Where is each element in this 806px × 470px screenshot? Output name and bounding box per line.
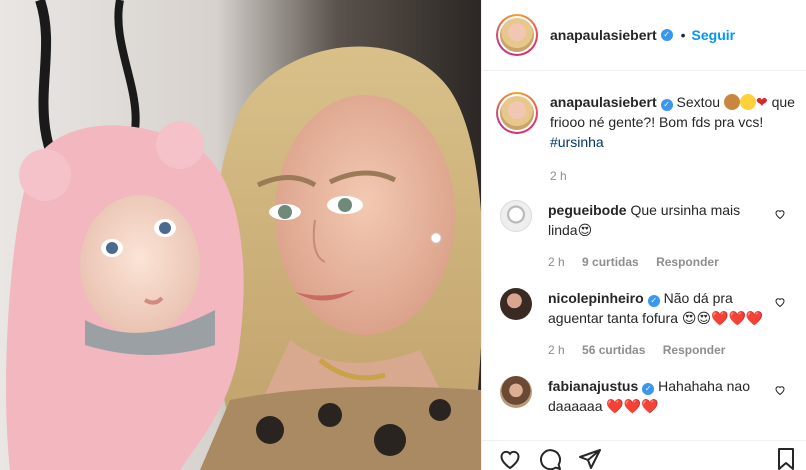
- post-side-panel: anapaulasiebert ✓ • Seguir anapaulasiebe…: [481, 0, 806, 470]
- commenter-avatar[interactable]: [500, 376, 532, 408]
- post-caption: anapaulasiebert ✓ Sextou ❤ que friooo né …: [496, 92, 796, 186]
- paper-plane-icon[interactable]: [578, 447, 602, 470]
- verified-badge-icon: ✓: [642, 383, 655, 395]
- commenter-avatar[interactable]: [500, 288, 532, 320]
- like-comment-heart-icon[interactable]: [774, 384, 786, 396]
- comment-likes[interactable]: 9 curtidas: [582, 255, 639, 269]
- comment-timestamp[interactable]: 2 h: [548, 343, 565, 357]
- comment-username[interactable]: nicolepinheiro: [548, 290, 644, 306]
- comment-item: fabianajustus ✓ Hahahaha nao daaaaaa ❤️❤️…: [496, 376, 796, 416]
- sun-emoji-icon: [739, 94, 756, 110]
- comment-username[interactable]: pegueibode: [548, 202, 627, 218]
- verified-badge-icon: ✓: [660, 99, 673, 111]
- comment-meta: 2 h 56 curtidas Responder: [548, 340, 768, 360]
- bear-emoji-icon: [723, 94, 740, 110]
- commenter-avatar[interactable]: [500, 200, 532, 232]
- like-comment-heart-icon[interactable]: [774, 208, 786, 220]
- caption-avatar[interactable]: [496, 92, 538, 134]
- comment-timestamp[interactable]: 2 h: [548, 255, 565, 269]
- comment-item: pegueibode Que ursinha mais linda😍 2 h 9…: [496, 200, 796, 272]
- verified-badge-icon: ✓: [660, 29, 673, 41]
- author-username[interactable]: anapaulasiebert: [550, 27, 657, 43]
- caption-hashtag[interactable]: #ursinha: [550, 134, 604, 150]
- caption-text-1: Sextou: [676, 94, 721, 110]
- comments-list[interactable]: anapaulasiebert ✓ Sextou ❤ que friooo né …: [482, 72, 806, 440]
- comment-meta: 2 h 9 curtidas Responder: [548, 252, 768, 272]
- heart-outline-icon[interactable]: [498, 447, 522, 470]
- like-comment-heart-icon[interactable]: [774, 296, 786, 308]
- comment-likes[interactable]: 56 curtidas: [582, 343, 645, 357]
- post-action-bar: [482, 440, 806, 470]
- photo-illustration: [0, 0, 481, 470]
- bookmark-icon[interactable]: [774, 447, 798, 470]
- caption-username[interactable]: anapaulasiebert: [550, 94, 657, 110]
- reply-button[interactable]: Responder: [663, 343, 726, 357]
- caption-timestamp[interactable]: 2 h: [550, 166, 795, 186]
- comment-item: nicolepinheiro ✓ Não dá pra aguentar tant…: [496, 288, 796, 360]
- verified-badge-icon: ✓: [647, 295, 660, 307]
- heart-emoji-icon: ❤: [755, 94, 768, 110]
- post-header: anapaulasiebert ✓ • Seguir: [482, 0, 806, 71]
- reply-button[interactable]: Responder: [656, 255, 719, 269]
- follow-button[interactable]: Seguir: [692, 27, 736, 43]
- comment-username[interactable]: fabianajustus: [548, 378, 638, 394]
- comment-bubble-icon[interactable]: [538, 447, 562, 470]
- author-avatar[interactable]: [496, 14, 538, 56]
- post-photo[interactable]: [0, 0, 481, 470]
- header-separator: •: [680, 27, 686, 43]
